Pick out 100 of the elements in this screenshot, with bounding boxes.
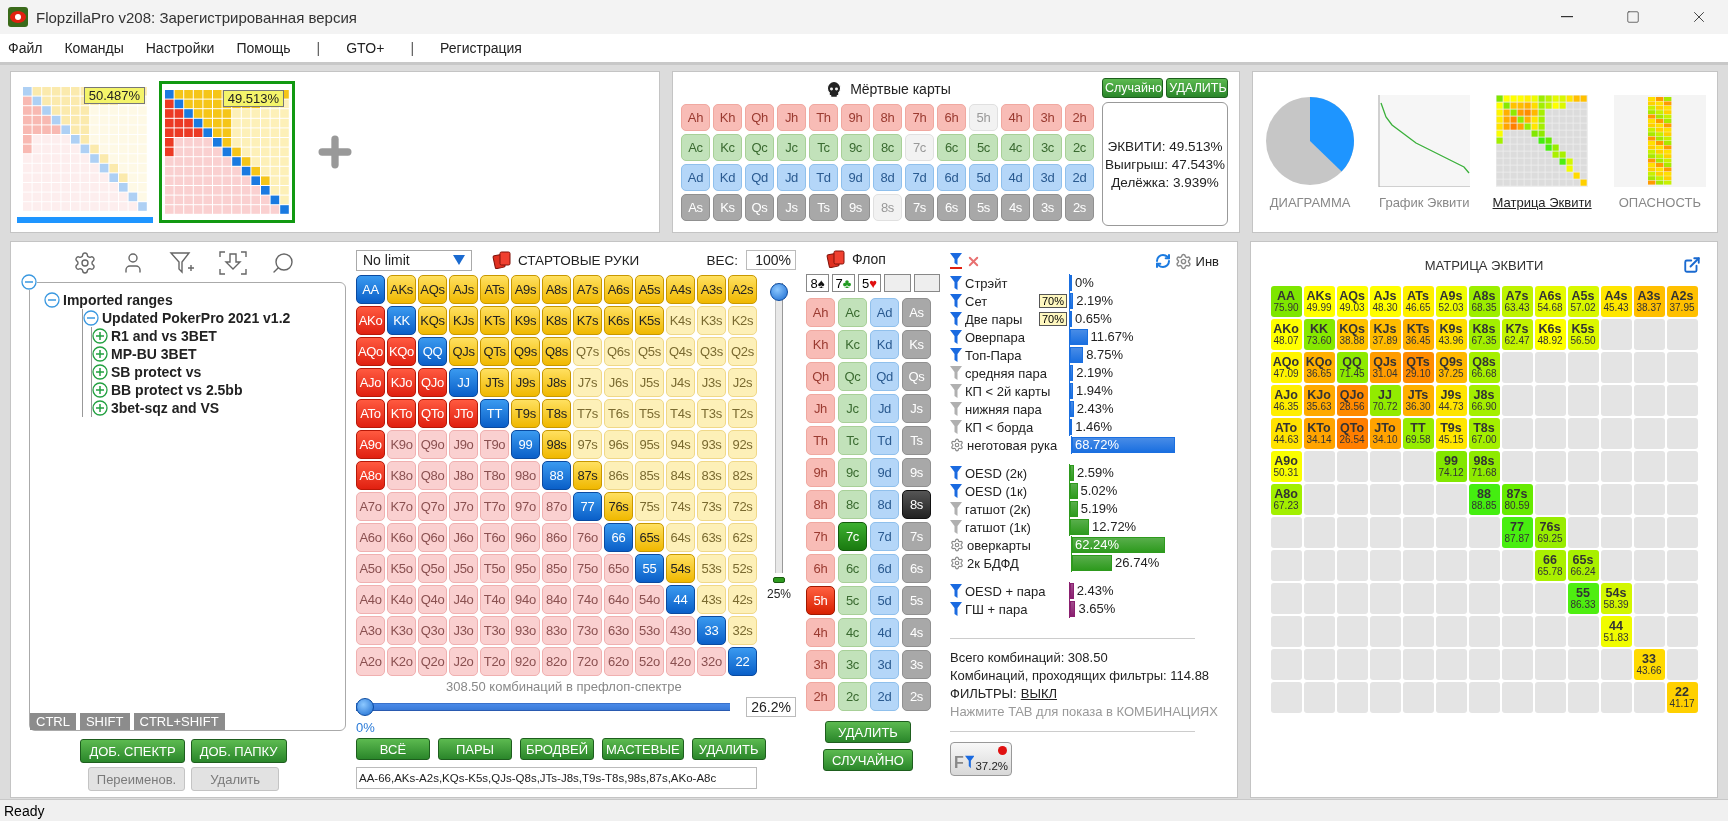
hand-cell[interactable]: 42o — [666, 647, 695, 676]
flop-card[interactable]: Ts — [902, 426, 931, 455]
flop-card[interactable]: 3c — [838, 650, 867, 679]
hand-cell[interactable]: A7o — [356, 492, 385, 521]
hand-cell[interactable]: 52o — [635, 647, 664, 676]
hand-cell[interactable]: 65o — [604, 554, 633, 583]
menu-item[interactable]: Файл — [8, 40, 43, 56]
hand-cell[interactable]: 63s — [697, 523, 726, 552]
dead-card[interactable]: 8d — [873, 164, 902, 191]
hand-cell[interactable]: AQo — [356, 337, 385, 366]
hand-cell[interactable]: T3s — [697, 399, 726, 428]
hand-cell[interactable]: J5o — [449, 554, 478, 583]
flop-card[interactable]: Jd — [870, 394, 899, 423]
dead-card[interactable]: 9h — [841, 104, 870, 131]
hand-cell[interactable]: Q2o — [418, 647, 447, 676]
hand-cell[interactable]: A9o — [356, 430, 385, 459]
hand-cell[interactable]: J9o — [449, 430, 478, 459]
hand-cell[interactable]: J2s — [728, 368, 757, 397]
view-tab[interactable]: Матрица Эквити — [1492, 94, 1592, 210]
dead-card[interactable]: 2h — [1065, 104, 1094, 131]
hand-cell[interactable]: K3s — [697, 306, 726, 335]
hand-cell[interactable]: 32s — [728, 616, 757, 645]
hand-cell[interactable]: JTo — [449, 399, 478, 428]
filter-add-button[interactable] — [168, 250, 195, 276]
hand-cell[interactable]: 95s — [635, 430, 664, 459]
hand-cell[interactable]: 76s — [604, 492, 633, 521]
menu-item[interactable]: Команды — [64, 40, 124, 56]
hand-cell[interactable]: Q9o — [418, 430, 447, 459]
dead-card[interactable]: Qh — [745, 104, 774, 131]
flop-card[interactable]: 8c — [838, 490, 867, 519]
dead-card[interactable]: Jc — [777, 134, 806, 161]
hand-cell[interactable]: 96o — [511, 523, 540, 552]
flop-card[interactable]: 6d — [870, 554, 899, 583]
hand-cell[interactable]: 93s — [697, 430, 726, 459]
hand-cell[interactable]: K6o — [387, 523, 416, 552]
dead-card[interactable]: 6c — [937, 134, 966, 161]
hand-cell[interactable]: 53s — [697, 554, 726, 583]
dead-card[interactable]: 9d — [841, 164, 870, 191]
hand-cell[interactable]: 94s — [666, 430, 695, 459]
dead-card[interactable]: Qs — [745, 194, 774, 221]
hand-cell[interactable]: Q9s — [511, 337, 540, 366]
dead-card[interactable]: Kh — [713, 104, 742, 131]
dead-card[interactable]: 4h — [1001, 104, 1030, 131]
action-button[interactable]: БРОДВЕЙ — [520, 738, 594, 760]
hand-cell[interactable]: 43s — [697, 585, 726, 614]
hand-cell[interactable]: J5s — [635, 368, 664, 397]
hand-cell[interactable]: 73o — [573, 616, 602, 645]
hand-cell[interactable]: ATs — [480, 275, 509, 304]
collapse-toggle[interactable] — [44, 292, 60, 308]
hand-cell[interactable]: T8o — [480, 461, 509, 490]
modifier-tab[interactable]: CTRL — [30, 713, 76, 730]
tree-item[interactable]: Imported ranges — [63, 292, 173, 308]
hand-cell[interactable]: AJo — [356, 368, 385, 397]
hand-cell[interactable]: KQo — [387, 337, 416, 366]
hand-cell[interactable]: 64o — [604, 585, 633, 614]
hand-cell[interactable]: A3s — [697, 275, 726, 304]
flop-card[interactable]: As — [902, 298, 931, 327]
hand-cell[interactable]: 43o — [666, 616, 695, 645]
hand-cell[interactable]: 22 — [728, 647, 757, 676]
dead-card[interactable]: 4c — [1001, 134, 1030, 161]
hand-cell[interactable]: 86o — [542, 523, 571, 552]
flop-card[interactable]: Qs — [902, 362, 931, 391]
hand-cell[interactable]: A4o — [356, 585, 385, 614]
hand-cell[interactable]: ATo — [356, 399, 385, 428]
hand-cell[interactable]: 54o — [635, 585, 664, 614]
hand-cell[interactable]: KJo — [387, 368, 416, 397]
hand-cell[interactable]: 72s — [728, 492, 757, 521]
dead-card[interactable]: Kc — [713, 134, 742, 161]
hand-cell[interactable]: K9s — [511, 306, 540, 335]
dead-card[interactable]: 2s — [1065, 194, 1094, 221]
hand-cell[interactable]: 92s — [728, 430, 757, 459]
hand-cell[interactable]: 65s — [635, 523, 664, 552]
hand-cell[interactable]: T9o — [480, 430, 509, 459]
hand-cell[interactable]: 83s — [697, 461, 726, 490]
menu-item[interactable]: Регистрация — [440, 40, 522, 56]
expand-toggle[interactable] — [92, 382, 108, 398]
percent-field[interactable]: 26.2% — [746, 697, 796, 717]
action-button[interactable]: ВСЁ — [356, 738, 430, 760]
tree-item[interactable]: Updated PokerPro 2021 v1.2 — [102, 310, 291, 326]
hand-cell[interactable]: Q5s — [635, 337, 664, 366]
hand-cell[interactable]: A2o — [356, 647, 385, 676]
dead-card[interactable]: Kd — [713, 164, 742, 191]
hand-cell[interactable]: 74o — [573, 585, 602, 614]
flop-card[interactable]: Kh — [806, 330, 835, 359]
hand-cell[interactable]: A5s — [635, 275, 664, 304]
hand-cell[interactable]: A8s — [542, 275, 571, 304]
hand-cell[interactable]: 98o — [511, 461, 540, 490]
hand-cell[interactable]: Q4s — [666, 337, 695, 366]
hand-cell[interactable]: QJo — [418, 368, 447, 397]
hand-cell[interactable]: 72o — [573, 647, 602, 676]
hand-cell[interactable]: K5o — [387, 554, 416, 583]
action-button[interactable]: ДОБ. СПЕКТР — [80, 739, 185, 763]
hand-cell[interactable]: 95o — [511, 554, 540, 583]
dead-card[interactable]: 5s — [969, 194, 998, 221]
action-button[interactable]: МАСТЕВЫЕ — [602, 738, 684, 760]
hand-cell[interactable]: K4s — [666, 306, 695, 335]
hand-cell[interactable]: 98s — [542, 430, 571, 459]
tree-item[interactable]: SB protect vs — [111, 364, 202, 380]
view-tab[interactable]: ДИАГРАММА — [1264, 94, 1357, 210]
dead-card[interactable]: Jd — [777, 164, 806, 191]
